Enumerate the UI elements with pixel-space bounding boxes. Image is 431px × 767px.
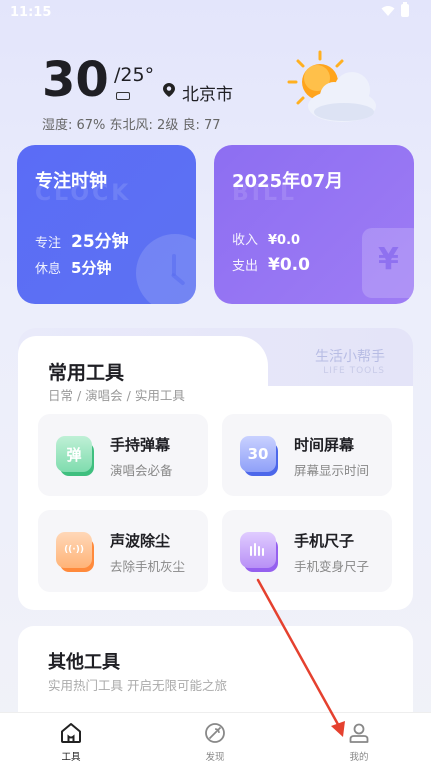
common-tools-subtitle: 日常 / 演唱会 / 实用工具 <box>48 388 185 403</box>
tool-ruler[interactable]: 手机尺子 手机变身尺子 <box>222 510 392 592</box>
ruler-icon-glyph <box>240 532 276 568</box>
status-bar: 11:15 <box>0 0 431 26</box>
time-screen-icon: 30 <box>240 436 280 478</box>
income-row: 收入 ¥0.0 <box>232 229 300 248</box>
wifi-icon <box>381 5 395 16</box>
tab-label: 工具 <box>61 752 81 763</box>
tool-desc: 演唱会必备 <box>110 463 173 478</box>
tool-name: 手持弹幕 <box>110 436 171 454</box>
status-icons <box>381 2 409 17</box>
temperature-high: 30 <box>42 56 109 100</box>
expense-row: 支出 ¥0.0 <box>232 255 310 275</box>
life-tools-title-en: LIFE TOOLS <box>323 366 385 376</box>
tool-name: 手机尺子 <box>294 532 355 550</box>
danmaku-icon-glyph: 弹 <box>56 436 92 472</box>
discover-icon <box>205 723 225 743</box>
other-tools-title: 其他工具 <box>48 652 120 673</box>
focus-card-title: 专注时钟 <box>35 171 107 192</box>
rest-row: 休息 5分钟 <box>35 257 111 278</box>
tool-name: 声波除尘 <box>110 532 171 550</box>
ruler-icon <box>240 532 280 574</box>
tab-discover[interactable]: 发现 <box>185 721 245 763</box>
bill-card[interactable]: BILL 2025年07月 收入 ¥0.0 支出 ¥0.0 ¥ <box>214 145 414 304</box>
common-tools-title: 常用工具 <box>48 362 125 384</box>
air-quality-icon <box>116 92 130 100</box>
tab-label: 我的 <box>349 752 369 763</box>
bottom-tab-bar: 工具 发现 我的 <box>0 712 431 767</box>
partly-cloudy-icon <box>287 50 376 122</box>
location-label[interactable]: 北京市 <box>182 80 233 105</box>
focus-clock-card[interactable]: CLOCK 专注时钟 专注 25分钟 休息 5分钟 <box>17 145 196 304</box>
weather-detail: 湿度: 67% 东北风: 2级 良: 77 <box>42 118 221 133</box>
tool-time-screen[interactable]: 30 时间屏幕 屏幕显示时间 <box>222 414 392 496</box>
tool-desc: 去除手机灰尘 <box>110 559 186 574</box>
yuan-glyph: ¥ <box>378 242 399 277</box>
rest-value: 5分钟 <box>71 259 112 277</box>
income-value: ¥0.0 <box>268 233 301 248</box>
tool-desc: 屏幕显示时间 <box>294 463 370 478</box>
sonic-icon-glyph: ((·)) <box>56 532 92 568</box>
yuan-icon: ¥ <box>362 228 414 298</box>
tab-label: 发现 <box>205 752 225 763</box>
tool-name: 时间屏幕 <box>294 436 355 454</box>
life-tools-title[interactable]: 生活小帮手 <box>315 346 385 366</box>
expense-label: 支出 <box>232 259 259 274</box>
clock-icon <box>136 234 196 304</box>
tool-sonic-dust[interactable]: ((·)) 声波除尘 去除手机灰尘 <box>38 510 208 592</box>
battery-icon <box>401 2 409 17</box>
location-pin-icon <box>163 83 175 97</box>
home-icon <box>61 723 81 743</box>
tab-tools[interactable]: 工具 <box>41 721 101 763</box>
tool-desc: 手机变身尺子 <box>294 559 370 574</box>
common-tools-panel: 生活小帮手 LIFE TOOLS 常用工具 日常 / 演唱会 / 实用工具 弹 … <box>18 328 413 610</box>
other-tools-subtitle: 实用热门工具 开启无限可能之旅 <box>48 678 227 693</box>
status-time: 11:15 <box>10 5 52 20</box>
danmaku-icon: 弹 <box>56 436 96 478</box>
tab-mine[interactable]: 我的 <box>329 721 389 763</box>
income-label: 收入 <box>232 233 259 248</box>
focus-row: 专注 25分钟 <box>35 227 129 252</box>
rest-label: 休息 <box>35 262 62 277</box>
tool-danmaku[interactable]: 弹 手持弹幕 演唱会必备 <box>38 414 208 496</box>
user-icon <box>349 723 369 743</box>
time-screen-icon-glyph: 30 <box>240 436 276 472</box>
focus-label: 专注 <box>35 236 62 251</box>
focus-value: 25分钟 <box>71 232 129 252</box>
bill-card-title: 2025年07月 <box>232 171 344 192</box>
temperature-low: /25° <box>114 64 155 86</box>
sonic-icon: ((·)) <box>56 532 96 574</box>
expense-value: ¥0.0 <box>268 255 310 275</box>
